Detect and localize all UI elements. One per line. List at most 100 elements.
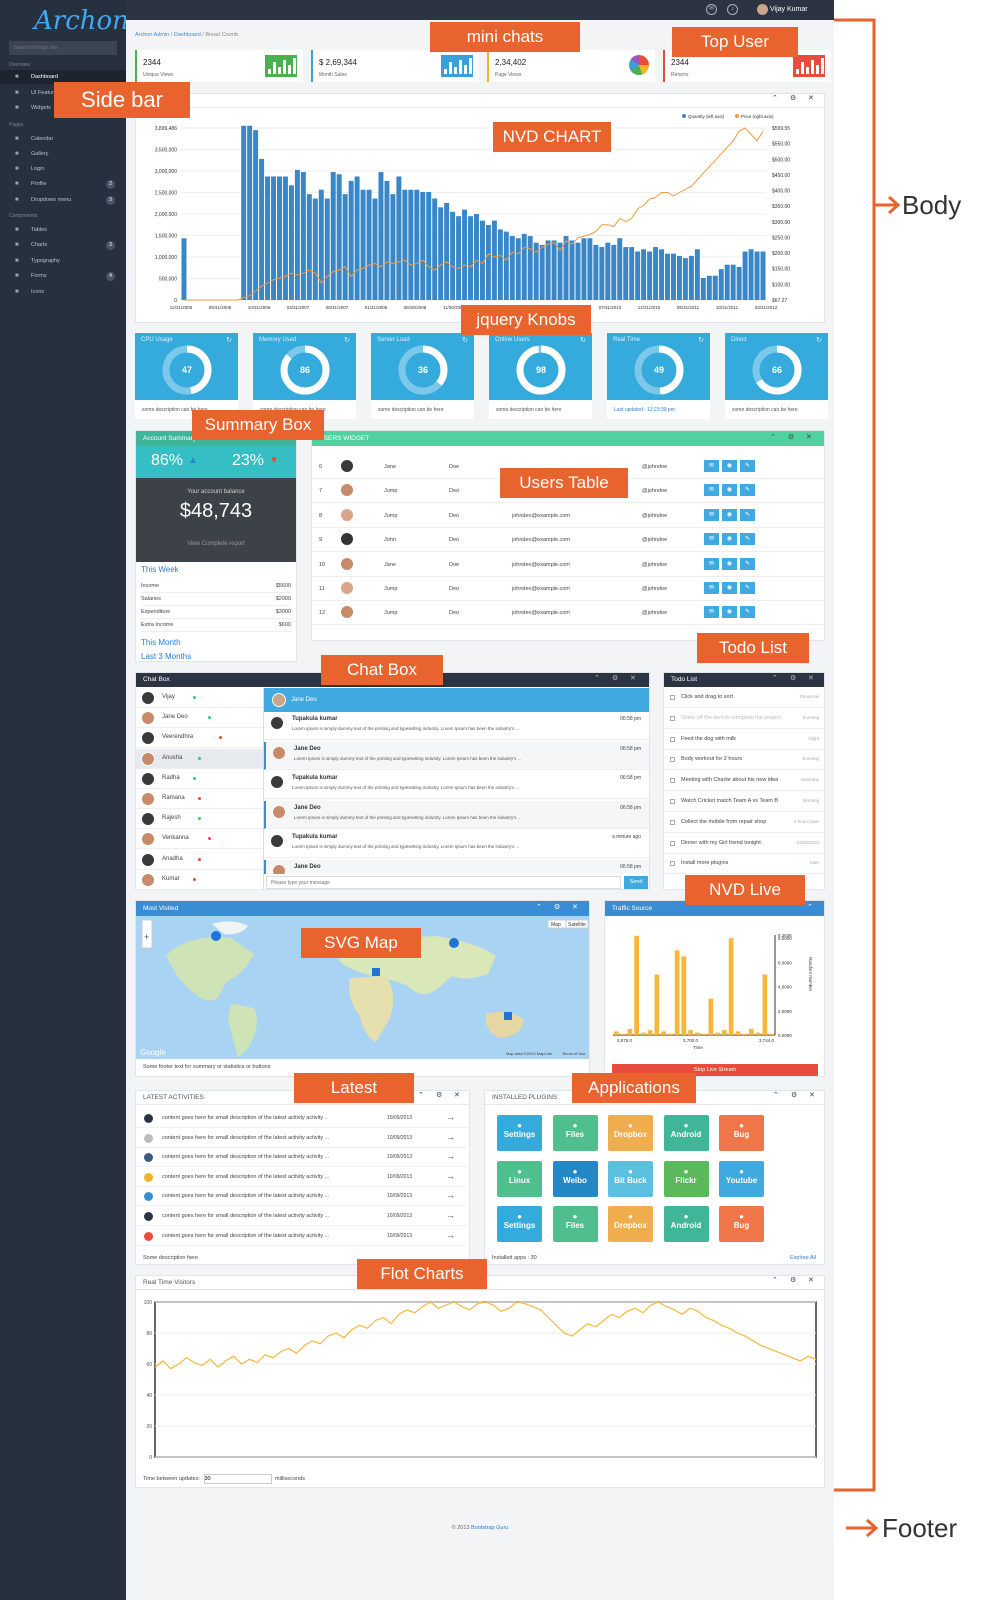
close-icon[interactable]: ✕: [808, 94, 814, 102]
todo-item[interactable]: Strike off the item to complete the proj…: [664, 709, 825, 729]
chat-contact[interactable]: Rajesh: [136, 809, 263, 830]
refresh-icon[interactable]: ↻: [698, 336, 704, 344]
app-tile[interactable]: ● Settings: [497, 1115, 542, 1151]
gear-icon[interactable]: ⚙: [612, 674, 618, 682]
todo-item[interactable]: Install more plugins later: [664, 854, 825, 875]
todo-checkbox[interactable]: [670, 736, 675, 742]
chat-contact[interactable]: Anadha: [136, 850, 263, 870]
refresh-icon[interactable]: ↻: [226, 336, 232, 344]
zoom-in-icon[interactable]: +: [144, 932, 149, 942]
todo-item[interactable]: Collect the mobile from repair shop 2 hou…: [664, 813, 825, 833]
map-marker-icon[interactable]: [372, 968, 380, 976]
this-week-link[interactable]: This Week: [141, 565, 179, 574]
chat-contact[interactable]: Radha: [136, 769, 263, 789]
last-3-months-link[interactable]: Last 3 Months: [141, 652, 191, 661]
app-tile[interactable]: ● Youtube: [719, 1160, 764, 1197]
legend-item[interactable]: Quantity (left axis): [688, 114, 725, 119]
sidebar-item[interactable]: ■ Typography: [0, 254, 126, 268]
breadcrumb-item[interactable]: Archon Admin: [135, 32, 169, 38]
eye-icon[interactable]: ◉: [722, 606, 737, 619]
refresh-icon[interactable]: ↻: [580, 336, 586, 344]
breadcrumb-item[interactable]: Dashboard: [174, 32, 201, 38]
sidebar-item[interactable]: ■ Dropdown menu 3: [0, 193, 126, 207]
edit-icon[interactable]: ✎: [740, 533, 755, 546]
todo-checkbox[interactable]: [670, 715, 675, 721]
map-terms-link[interactable]: Terms of Use: [562, 1051, 586, 1056]
collapse-icon[interactable]: ⌃: [773, 1091, 779, 1099]
envelope-icon[interactable]: ✉: [704, 484, 719, 497]
legend-item[interactable]: Price (right axis): [741, 114, 774, 119]
chat-contact[interactable]: Ramana: [136, 789, 263, 809]
map-marker-icon[interactable]: [449, 938, 459, 948]
collapse-icon[interactable]: ⌃: [418, 1091, 424, 1099]
satellite-type-button[interactable]: Satellite: [568, 922, 586, 928]
envelope-icon[interactable]: ✉: [704, 460, 719, 472]
app-tile[interactable]: ● Bug: [719, 1115, 764, 1151]
app-tile[interactable]: ● Linux: [497, 1160, 542, 1197]
eye-icon[interactable]: ◉: [722, 557, 737, 570]
knob[interactable]: 98: [511, 340, 571, 400]
sidebar-item[interactable]: ■ Login: [0, 162, 126, 176]
arrow-right-icon[interactable]: →: [446, 1190, 455, 1200]
bell-icon[interactable]: ♪: [727, 4, 738, 15]
arrow-right-icon[interactable]: →: [446, 1151, 455, 1161]
sidebar-item[interactable]: ■ Profile 2: [0, 177, 126, 191]
todo-item[interactable]: Meeting with Charlie about his new idea S…: [664, 771, 825, 792]
view-report-link[interactable]: View Complete report: [136, 541, 296, 547]
todo-checkbox[interactable]: [670, 861, 675, 867]
envelope-icon[interactable]: ✉: [704, 557, 719, 570]
sidebar-item[interactable]: ■ Forms 4: [0, 269, 126, 283]
collapse-icon[interactable]: ⌃: [807, 903, 813, 911]
eye-icon[interactable]: ◉: [722, 460, 737, 472]
envelope-icon[interactable]: ✉: [704, 533, 719, 546]
avatar[interactable]: [757, 4, 768, 15]
collapse-icon[interactable]: ⌃: [772, 1276, 778, 1284]
chat-contact[interactable]: Venkanna: [136, 829, 263, 850]
knob[interactable]: 36: [393, 340, 453, 400]
arrow-right-icon[interactable]: →: [446, 1112, 455, 1122]
chat-contact[interactable]: Vijay: [136, 688, 263, 708]
collapse-icon[interactable]: ⌃: [770, 433, 776, 441]
sidebar-item[interactable]: ■ Calendar: [0, 132, 126, 146]
app-tile[interactable]: ● Android: [663, 1115, 709, 1151]
map-type-button[interactable]: Map: [551, 922, 561, 928]
chat-contact[interactable]: Veerendhra: [136, 728, 263, 749]
gear-icon[interactable]: ⚙: [790, 94, 796, 102]
knob[interactable]: 49: [629, 340, 689, 400]
app-tile[interactable]: ● Flickr: [663, 1160, 709, 1197]
app-tile[interactable]: ● Dropbox: [608, 1206, 653, 1242]
todo-checkbox[interactable]: [670, 778, 675, 784]
todo-item[interactable]: Feed the dog with milk Night: [664, 730, 825, 750]
gear-icon[interactable]: ⚙: [790, 1276, 796, 1284]
sidebar-item[interactable]: ■ Gallery: [0, 147, 126, 161]
gear-icon[interactable]: ⚙: [788, 433, 794, 441]
gear-icon[interactable]: ⚙: [554, 903, 560, 911]
app-tile[interactable]: ● Files: [552, 1115, 598, 1151]
app-tile[interactable]: ● Bit Buck: [608, 1160, 653, 1197]
envelope-icon[interactable]: ✉: [704, 582, 719, 594]
arrow-right-icon[interactable]: →: [446, 1230, 455, 1240]
knob[interactable]: 86: [275, 340, 335, 400]
app-tile[interactable]: ● Files: [552, 1206, 598, 1242]
map-marker-icon[interactable]: [504, 1012, 512, 1020]
edit-icon[interactable]: ✎: [740, 557, 755, 570]
todo-checkbox[interactable]: [670, 757, 675, 763]
envelope-icon[interactable]: ✉: [704, 508, 719, 521]
chat-contact[interactable]: Kumar: [136, 870, 263, 890]
eye-icon[interactable]: ◉: [722, 484, 737, 497]
sidebar-item[interactable]: ■ Charts 3: [0, 238, 126, 252]
close-icon[interactable]: ✕: [806, 433, 812, 441]
app-tile[interactable]: ● Settings: [497, 1206, 542, 1242]
refresh-icon[interactable]: ↻: [816, 336, 822, 344]
close-icon[interactable]: ✕: [808, 674, 814, 682]
collapse-icon[interactable]: ⌃: [536, 903, 542, 911]
collapse-icon[interactable]: ⌃: [594, 674, 600, 682]
footer-link[interactable]: Bootstrap Guru: [471, 1525, 508, 1531]
refresh-icon[interactable]: ↻: [344, 336, 350, 344]
eye-icon[interactable]: ◉: [722, 533, 737, 546]
envelope-icon[interactable]: ✉: [704, 606, 719, 619]
update-interval-input[interactable]: [203, 1474, 272, 1484]
sidebar-item[interactable]: ■ Icons: [0, 285, 126, 299]
knob[interactable]: 47: [157, 340, 217, 400]
close-icon[interactable]: ✕: [808, 1276, 814, 1284]
